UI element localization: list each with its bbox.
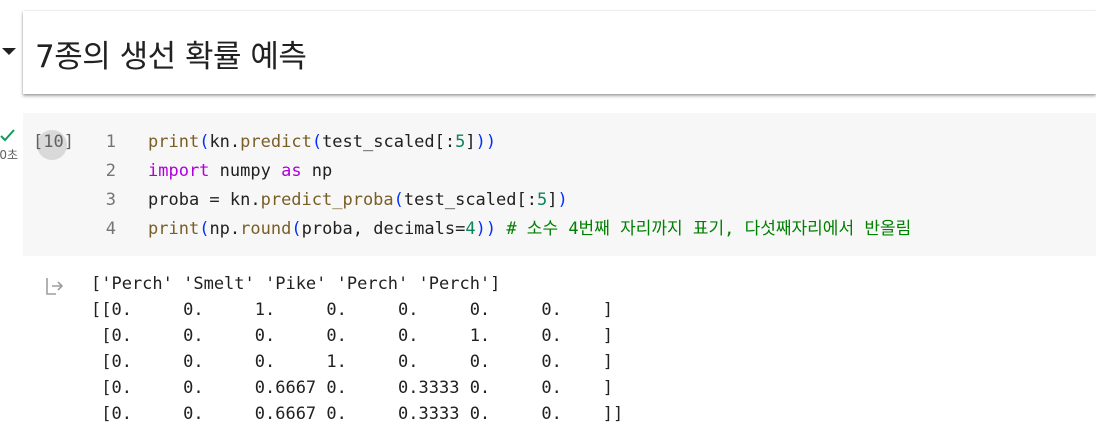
code-token: predict <box>240 132 312 152</box>
code-token: ( <box>393 190 404 210</box>
checkmark-icon <box>0 127 16 143</box>
code-token: ] <box>547 190 558 210</box>
triangle-down-icon <box>2 48 16 55</box>
output-line: [0. 0. 0.6667 0. 0.3333 0. 0. ] <box>91 378 613 398</box>
code-token: print <box>148 132 200 152</box>
code-token: import <box>148 161 210 181</box>
code-token: ( <box>291 219 302 239</box>
code-token: proba = kn. <box>148 190 261 210</box>
code-token: print <box>148 219 200 239</box>
code-line[interactable]: 1 print(kn.predict(test_scaled[:5])) <box>100 132 911 161</box>
code-token: round <box>240 219 292 239</box>
cell-output: ['Perch' 'Smelt' 'Pike' 'Perch' 'Perch']… <box>91 271 623 427</box>
output-line: [[0. 0. 1. 0. 0. 0. 0. ] <box>91 300 613 320</box>
code-editor[interactable]: 1 print(kn.predict(test_scaled[:5])) 2 impo… <box>100 132 912 248</box>
output-line: [0. 0. 0. 1. 0. 0. 0. ] <box>91 352 613 372</box>
code-token: np <box>301 161 333 181</box>
output-line: ['Perch' 'Smelt' 'Pike' 'Perch' 'Perch'] <box>91 274 501 294</box>
code-text: print(kn.predict(test_scaled[:5])) <box>148 132 496 161</box>
output-arrow-icon[interactable] <box>44 276 66 296</box>
code-token: test_scaled[: <box>403 190 537 210</box>
code-text: print(np.round(proba, decimals=4)) # 소수 … <box>148 219 911 248</box>
code-token: test_scaled[: <box>322 132 456 152</box>
code-token: 4 <box>465 219 476 239</box>
code-line[interactable]: 2 import numpy as np <box>100 161 911 190</box>
code-text: import numpy as np <box>148 161 332 190</box>
line-number: 2 <box>105 161 116 181</box>
code-token: proba, decimals= <box>301 219 466 239</box>
code-token: )) <box>475 132 497 152</box>
code-token: ] <box>465 132 476 152</box>
collapse-section-toggle[interactable] <box>0 42 20 62</box>
code-line[interactable]: 3 proba = kn.predict_proba(test_scaled[:5… <box>100 190 911 219</box>
code-token: predict_proba <box>260 190 394 210</box>
code-text: proba = kn.predict_proba(test_scaled[:5]… <box>148 190 568 219</box>
code-token: )) <box>475 219 497 239</box>
code-token: as <box>281 161 302 181</box>
output-line: [0. 0. 0. 0. 0. 1. 0. ] <box>91 326 613 346</box>
execution-count: [10] <box>33 132 74 152</box>
section-heading: 7종의 생선 확률 예측 <box>35 39 307 75</box>
code-token: 5 <box>455 132 466 152</box>
code-token: numpy <box>209 161 282 181</box>
line-number: 4 <box>105 219 116 239</box>
code-token: ) <box>557 190 568 210</box>
code-token: ( <box>311 132 323 152</box>
line-number: 3 <box>105 190 116 210</box>
execution-time: 0초 <box>0 148 18 162</box>
code-token: ( <box>199 219 210 239</box>
line-number: 1 <box>105 132 116 152</box>
output-line: [0. 0. 0.6667 0. 0.3333 0. 0. ]] <box>91 404 624 424</box>
code-token: 5 <box>536 190 548 210</box>
code-token: kn. <box>209 132 241 152</box>
code-token: np. <box>209 219 241 239</box>
code-token: ( <box>199 132 210 152</box>
markdown-cell[interactable]: 7종의 생선 확률 예측 <box>23 11 1096 94</box>
code-token: # 소수 4번째 자리까지 표기, 다섯째자리에서 반올림 <box>496 219 912 239</box>
code-line[interactable]: 4 print(np.round(proba, decimals=4)) # 소수… <box>100 219 912 248</box>
